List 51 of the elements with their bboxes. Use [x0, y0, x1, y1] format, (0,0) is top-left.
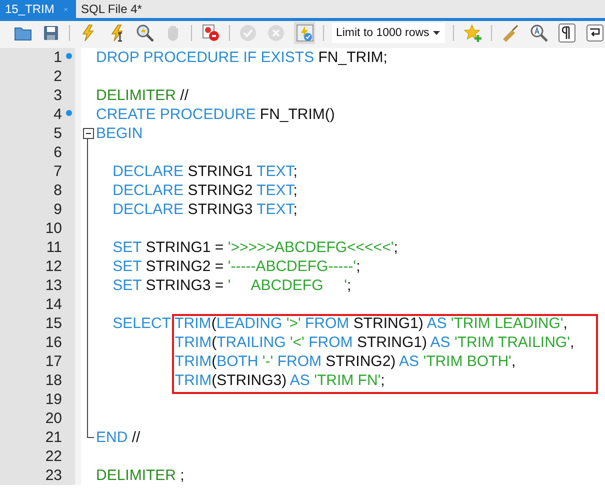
code-line: SET STRING2 = '-----ABCDEFG-----'; [112, 258, 360, 275]
find-icon[interactable] [528, 22, 548, 42]
line-number: 2 [52, 68, 62, 85]
code-line: DELIMITER // [96, 87, 189, 104]
line-number: 3 [52, 87, 62, 104]
code-line: TRIM(BOTH '-' FROM STRING2) AS 'TRIM BOTH', [174, 353, 516, 370]
code-line: END // [96, 429, 140, 446]
line-number: 23 [44, 467, 62, 484]
limit-dropdown[interactable]: Limit to 1000 rows [332, 22, 446, 42]
code-line: DELIMITER ; [96, 467, 184, 484]
code-line: TRIM(STRING3) AS 'TRIM FN'; [174, 372, 385, 389]
line-number: 1 [52, 49, 62, 66]
autocommit-icon[interactable] [294, 22, 314, 42]
line-number: 21 [44, 429, 62, 446]
line-number: 11 [45, 239, 62, 256]
magnifier-lightning-icon[interactable] [134, 22, 155, 42]
line-number: 7 [52, 163, 62, 180]
code-line: DECLARE STRING1 TEXT; [112, 163, 298, 180]
code-line: DECLARE STRING3 TEXT; [112, 201, 298, 218]
code-line: SELECT TRIM(LEADING '>' FROM STRING1) AS 'TRIM LEADING', [112, 315, 568, 332]
pilcrow-icon[interactable] [556, 22, 577, 42]
fold-toggle-icon[interactable] [83, 128, 94, 139]
editor-tab[interactable]: SQL File 4* [76, 0, 150, 18]
line-number: 17 [44, 353, 62, 370]
stop-error-icon[interactable] [200, 22, 220, 42]
line-number: 10 [44, 220, 62, 237]
line-number: 18 [44, 372, 62, 389]
code-line: SET STRING3 = ' ABCDEFG '; [112, 277, 352, 294]
line-number: 16 [44, 334, 62, 351]
line-number: 5 [52, 125, 62, 142]
code-line: TRIM(TRAILING '<' FROM STRING1) AS 'TRIM TRAILING', [174, 334, 574, 351]
line-number: 22 [44, 448, 62, 465]
line-number: 4 [52, 106, 62, 123]
editor-tab[interactable]: 15_TRIM [0, 0, 76, 18]
star-plus-icon[interactable] [462, 22, 483, 42]
code-line: DROP PROCEDURE IF EXISTS FN_TRIM; [96, 49, 388, 66]
line-number: 6 [52, 144, 62, 161]
code-line: CREATE PROCEDURE FN_TRIM() [96, 106, 335, 123]
line-number: 14 [44, 296, 62, 313]
line-number: 8 [52, 182, 62, 199]
line-number: 13 [44, 277, 62, 294]
code-line: BEGIN [96, 125, 143, 142]
line-number: 15 [44, 315, 62, 332]
caret-icon [433, 30, 440, 34]
line-number: 19 [44, 391, 62, 408]
line-number: 20 [44, 410, 62, 427]
code-line: DECLARE STRING2 TEXT; [112, 182, 298, 199]
wrap-icon[interactable] [584, 22, 605, 42]
line-number: 12 [44, 258, 62, 275]
code-line: SET STRING1 = '>>>>>ABCDEFG<<<<<'; [112, 239, 398, 256]
line-number: 9 [52, 201, 62, 218]
